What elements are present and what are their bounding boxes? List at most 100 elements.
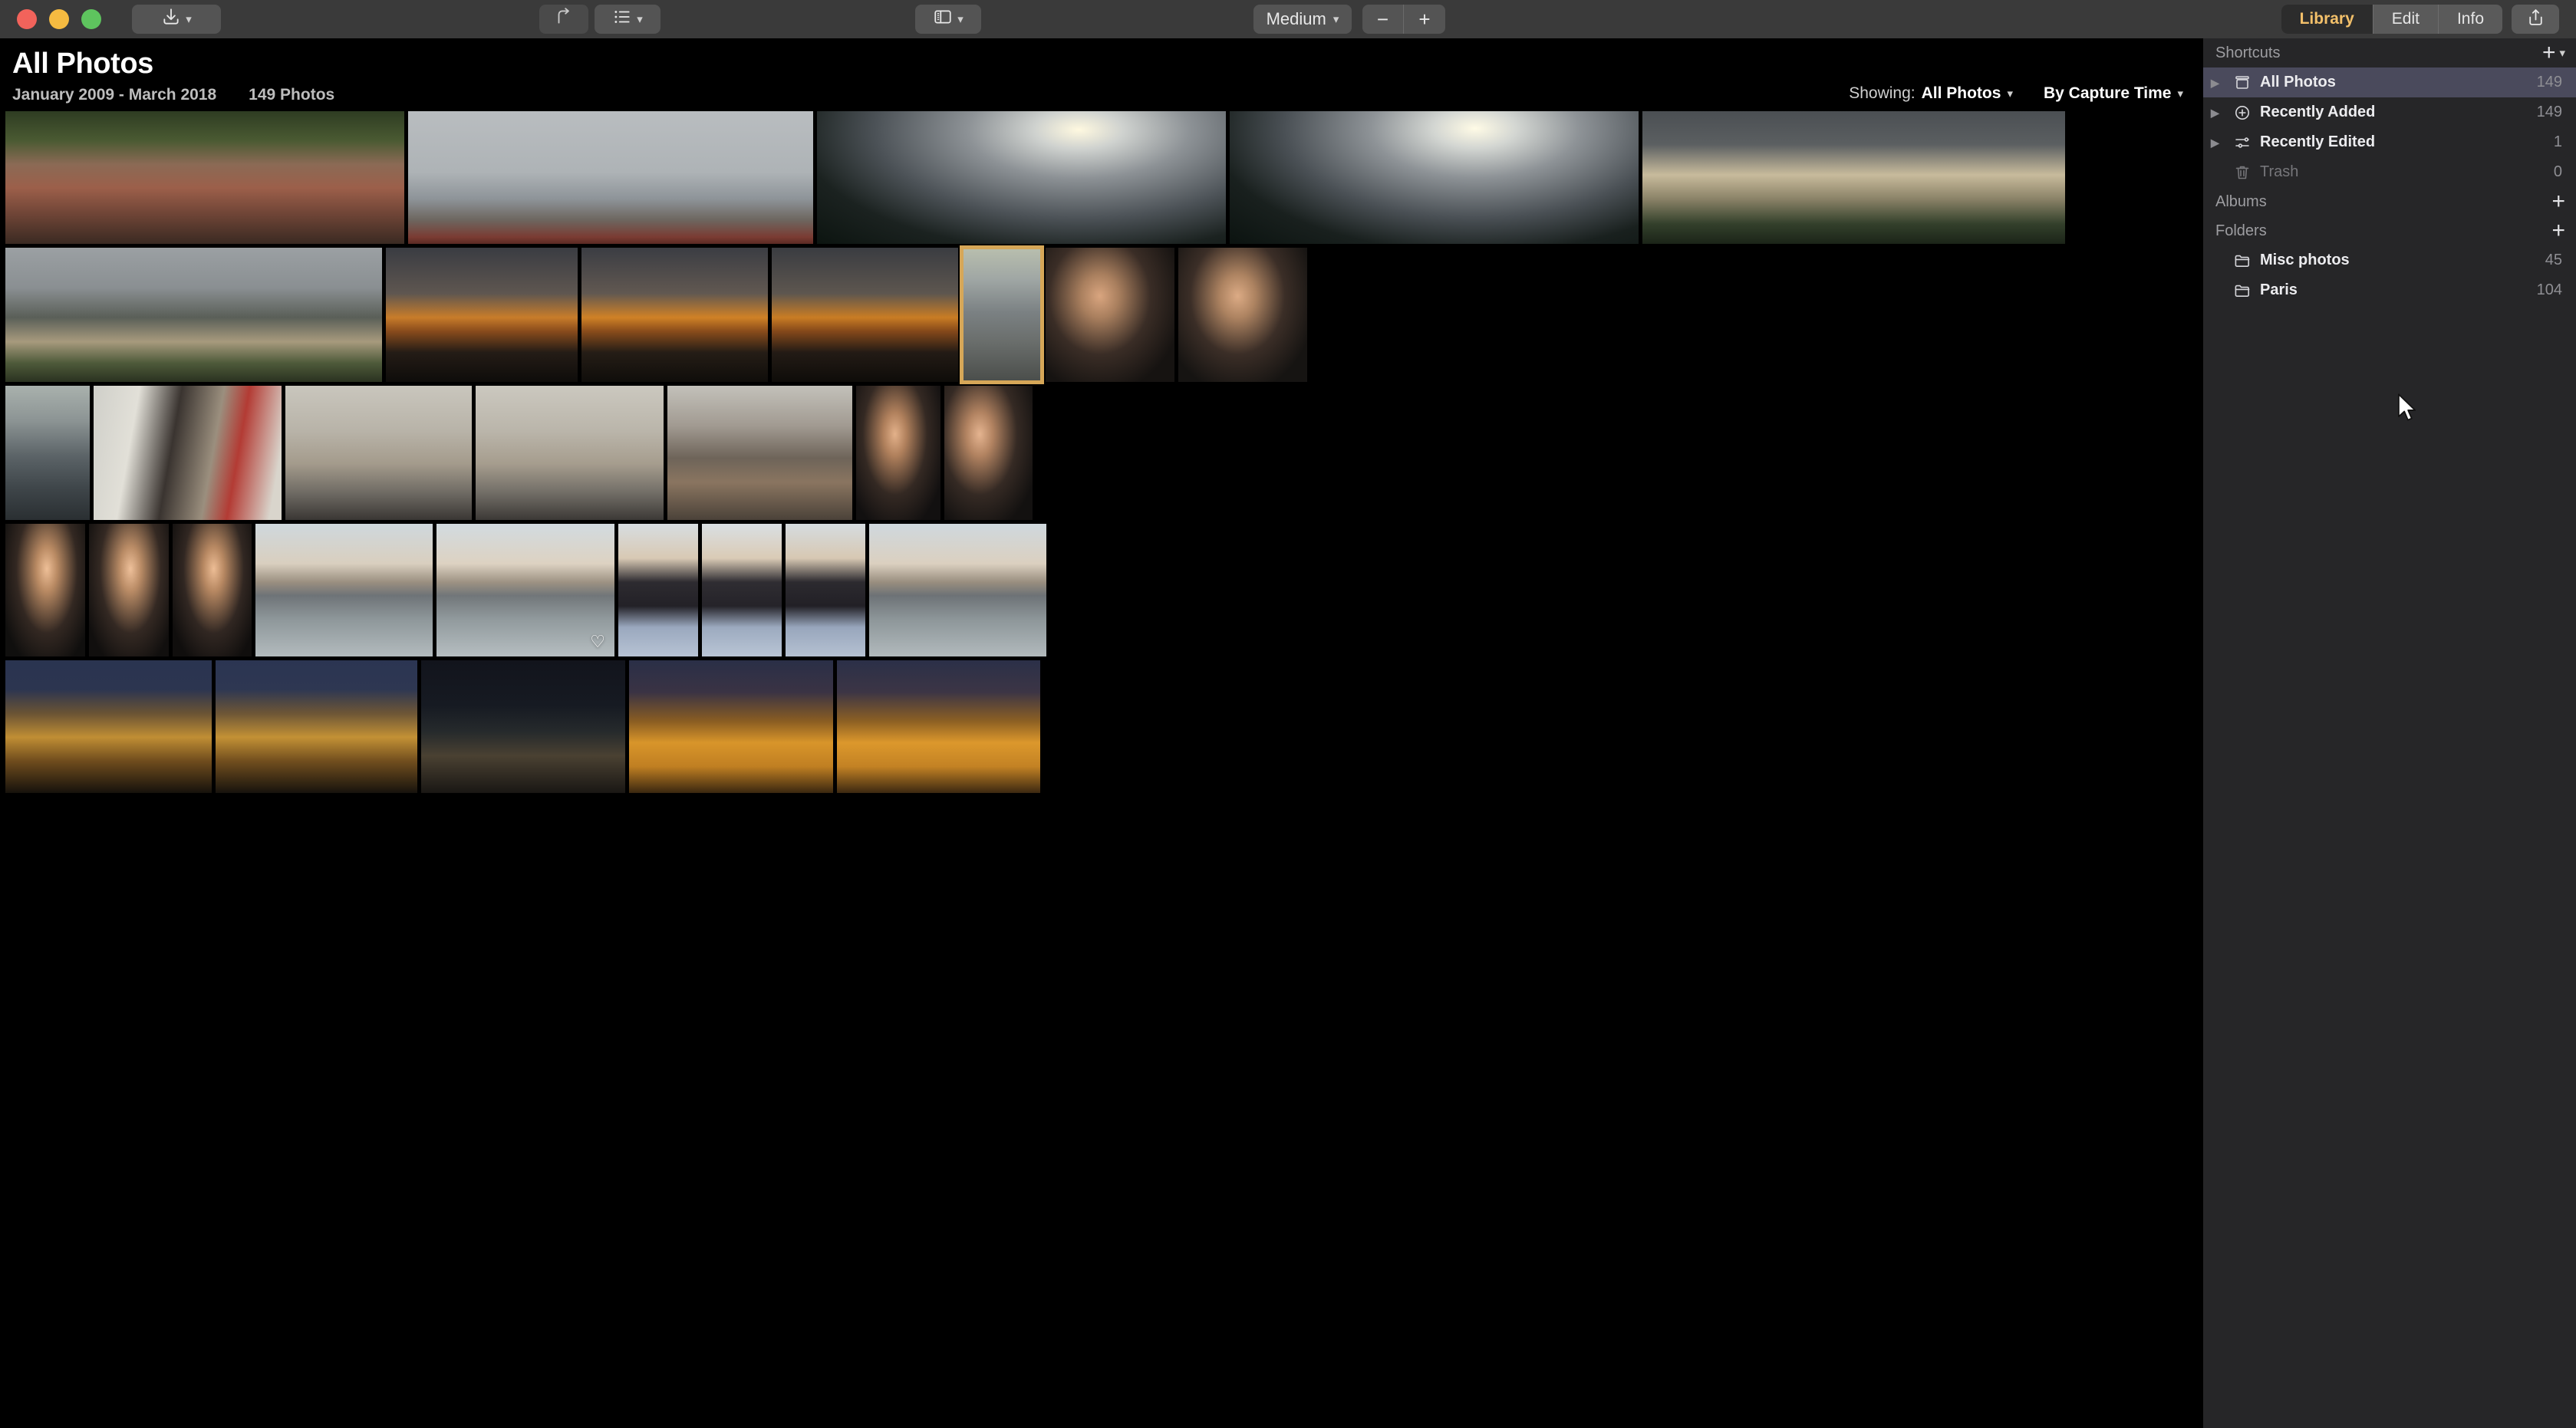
chevron-down-icon: ▾: [2007, 87, 2013, 100]
traffic-light-group: [17, 9, 101, 29]
showing-filter[interactable]: Showing: All Photos ▾: [1849, 84, 2013, 103]
chevron-down-icon: ▾: [186, 12, 192, 26]
photo-monument-sunset-3[interactable]: [772, 248, 958, 382]
photo-phone-laugh-1[interactable]: [5, 524, 85, 656]
photo-basin-fountain-2[interactable]: ♡: [436, 524, 614, 656]
photo-bridge-lights-1[interactable]: [629, 660, 833, 793]
toolbar-right-group: Library Edit Info: [2281, 5, 2559, 34]
photo-phone-laugh-3[interactable]: [173, 524, 252, 656]
photo-capitol-dome[interactable]: [1642, 111, 2065, 244]
photo-arches-bubble-2[interactable]: [476, 386, 664, 520]
sidebar-item-count: 45: [2545, 252, 2562, 268]
photo-grand-palais-night-1[interactable]: [5, 660, 212, 793]
photo-bridge-lights-2[interactable]: [837, 660, 1040, 793]
photo-thumbnail: [408, 111, 813, 244]
photo-grid[interactable]: ♡: [0, 111, 2203, 1428]
sidebar-item-recently-edited[interactable]: ▶ Recently Edited 1: [2203, 127, 2576, 157]
photo-boys-on-bench[interactable]: [5, 111, 404, 244]
photo-man-laugh-2[interactable]: [944, 386, 1033, 520]
photo-thumbnail: [1178, 248, 1307, 382]
photo-thumbnail: [786, 524, 865, 656]
disclosure-triangle-icon[interactable]: ▶: [2211, 107, 2225, 118]
photo-thumbnail: [94, 386, 282, 520]
toolbar-left-tools: ▾: [539, 5, 660, 34]
chevron-down-icon: ▾: [957, 12, 964, 26]
photo-thumbnail: [476, 386, 664, 520]
zoom-out-button[interactable]: −: [1362, 5, 1404, 34]
thumbnail-size-label: Medium: [1266, 9, 1326, 28]
photo-monument-sunset-2[interactable]: [581, 248, 768, 382]
sidebar-item-paris[interactable]: Paris 104: [2203, 275, 2576, 305]
photo-man-jacket-2[interactable]: [702, 524, 782, 656]
rotate-button[interactable]: [539, 5, 588, 34]
photo-capitol-lawn[interactable]: [5, 248, 382, 382]
showing-value: All Photos: [1921, 84, 2001, 102]
sidebar-item-all-photos[interactable]: ▶ All Photos 149: [2203, 67, 2576, 97]
photo-arches-bubble-1[interactable]: [285, 386, 472, 520]
import-icon: [161, 7, 181, 31]
tab-info[interactable]: Info: [2439, 5, 2502, 34]
sidebar-toggle-button[interactable]: ▾: [915, 5, 981, 34]
sort-order-filter[interactable]: By Capture Time ▾: [2044, 84, 2183, 103]
add-folders-button[interactable]: +: [2551, 219, 2565, 242]
photo-bikes-street[interactable]: [5, 386, 90, 520]
photo-thumbnail: [255, 524, 433, 656]
close-window-button[interactable]: [17, 9, 37, 29]
tab-edit[interactable]: Edit: [2373, 5, 2439, 34]
thumbnail-size-button[interactable]: Medium ▾: [1253, 5, 1352, 34]
sidebar-item-misc-photos[interactable]: Misc photos 45: [2203, 245, 2576, 275]
photo-thumbnail: [5, 524, 85, 656]
photo-phone-laugh-2[interactable]: [89, 524, 169, 656]
photo-portrait-man-2[interactable]: [1178, 248, 1307, 382]
sidebar-item-label: Paris: [2260, 281, 2298, 298]
minimize-window-button[interactable]: [49, 9, 69, 29]
photo-man-jacket-1[interactable]: [618, 524, 698, 656]
photo-portrait-man-1[interactable]: [1046, 248, 1174, 382]
library-sidebar: Shortcuts + ▾ ▶ All Photos 149 ▶ Recently Added…: [2203, 38, 2576, 1428]
photo-basin-fountain-3[interactable]: [869, 524, 1046, 656]
mouse-cursor: [2396, 393, 2419, 423]
photo-thumbnail: [89, 524, 169, 656]
share-button[interactable]: [2512, 5, 2559, 34]
photo-tree-cross-dusk-2[interactable]: [1230, 111, 1639, 244]
add-shortcuts-button[interactable]: + ▾: [2542, 41, 2565, 64]
chevron-down-icon: ▾: [2559, 46, 2565, 60]
photo-marina-masts[interactable]: [408, 111, 813, 244]
plus-icon: +: [2551, 218, 2565, 243]
add-albums-button[interactable]: +: [2551, 190, 2565, 213]
favorite-heart-icon[interactable]: ♡: [590, 633, 605, 650]
photo-couple-column[interactable]: [94, 386, 282, 520]
sidebar-item-trash[interactable]: Trash 0: [2203, 157, 2576, 187]
photo-monument-sunset-1[interactable]: [386, 248, 578, 382]
tab-library[interactable]: Library: [2281, 5, 2373, 34]
zoom-in-button[interactable]: +: [1404, 5, 1445, 34]
photo-thumbnail: [216, 660, 417, 793]
sidebar-item-recently-added[interactable]: ▶ Recently Added 149: [2203, 97, 2576, 127]
photo-grand-palais-night-2[interactable]: [216, 660, 417, 793]
disclosure-triangle-icon[interactable]: ▶: [2211, 77, 2225, 88]
list-view-button[interactable]: ▾: [595, 5, 660, 34]
sidebar-item-count: 0: [2553, 163, 2562, 180]
photo-thumbnail: [5, 386, 90, 520]
sidebar-section-title: Albums: [2215, 192, 2267, 210]
share-icon: [2526, 8, 2545, 31]
maximize-window-button[interactable]: [81, 9, 101, 29]
disclosure-triangle-icon[interactable]: ▶: [2211, 137, 2225, 148]
page-title: All Photos: [12, 48, 153, 80]
import-button[interactable]: ▾: [132, 5, 221, 34]
photo-thumbnail: [386, 248, 578, 382]
photo-tree-cross-dusk-1[interactable]: [817, 111, 1226, 244]
trash-icon: [2232, 163, 2252, 182]
photo-crowd-man[interactable]: [667, 386, 852, 520]
chevron-down-icon: ▾: [637, 12, 643, 26]
photo-thumbnail: [1642, 111, 2065, 244]
photo-basin-fountain-1[interactable]: [255, 524, 433, 656]
photo-bike-rack-paris[interactable]: [960, 245, 1044, 384]
photo-seine-lighttrail[interactable]: [421, 660, 625, 793]
sidebar-section-title: Folders: [2215, 222, 2267, 239]
photo-thumbnail: [817, 111, 1226, 244]
photo-man-laugh-1[interactable]: [856, 386, 940, 520]
sidebar-item-count: 1: [2553, 133, 2562, 150]
rotate-icon: [554, 7, 574, 31]
photo-man-jacket-3[interactable]: [786, 524, 865, 656]
